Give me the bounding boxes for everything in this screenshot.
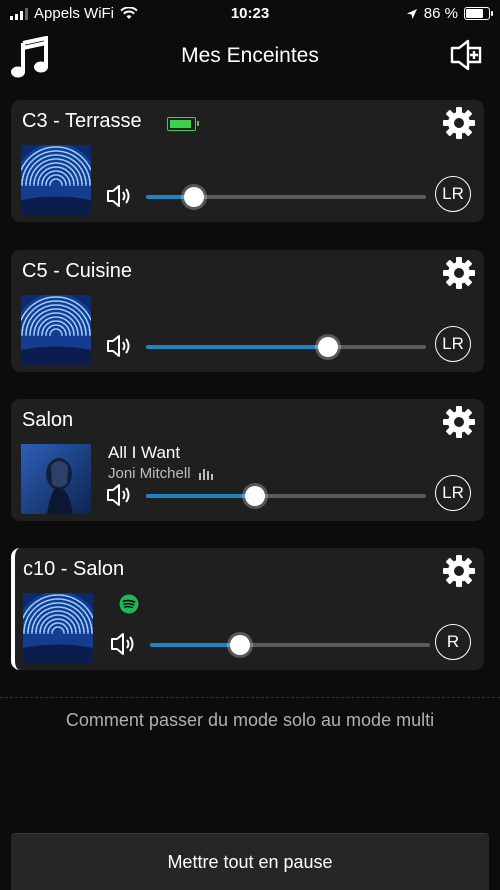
volume-speaker-icon[interactable] <box>106 333 134 359</box>
pause-all-button[interactable]: Mettre tout en pause <box>11 833 489 890</box>
volume-fill <box>146 345 328 349</box>
volume-speaker-icon[interactable] <box>110 631 138 657</box>
location-arrow-icon <box>406 8 417 19</box>
channel-button[interactable]: LR <box>435 475 471 511</box>
volume-slider[interactable] <box>150 635 430 655</box>
volume-slider[interactable] <box>146 337 426 357</box>
album-art <box>21 295 91 365</box>
volume-knob[interactable] <box>183 187 204 207</box>
speaker-card[interactable]: C5 - Cuisine LR <box>11 250 484 372</box>
speaker-name: C5 - Cuisine <box>22 260 133 282</box>
speaker-card[interactable]: C3 - Terrasse LR <box>11 100 484 222</box>
settings-gear-icon[interactable] <box>442 256 476 290</box>
status-right: 86 % <box>406 5 493 22</box>
volume-speaker-icon[interactable] <box>106 183 134 209</box>
artist-row: Joni Mitchell <box>108 465 213 482</box>
song-title: All I Want <box>108 443 181 462</box>
battery-full-green-icon <box>167 117 199 131</box>
artist-name: Joni Mitchell <box>108 465 191 482</box>
speaker-card[interactable]: c10 - Salon R <box>11 548 484 670</box>
channel-button[interactable]: LR <box>435 326 471 362</box>
channel-button[interactable]: R <box>435 624 471 660</box>
battery-percent: 86 % <box>423 5 458 22</box>
spotify-icon <box>119 594 139 614</box>
volume-slider[interactable] <box>146 486 426 506</box>
speaker-name: Salon <box>22 409 74 431</box>
equalizer-icon <box>198 468 213 480</box>
album-art <box>21 145 91 215</box>
battery-icon <box>464 7 493 20</box>
speaker-card[interactable]: Salon All I Want Joni Mitchell LR <box>11 399 484 521</box>
album-art <box>21 444 91 514</box>
volume-knob[interactable] <box>229 635 250 655</box>
speaker-name: C3 - Terrasse <box>22 110 142 132</box>
help-link[interactable]: Comment passer du mode solo au mode mult… <box>0 710 500 731</box>
settings-gear-icon[interactable] <box>442 405 476 439</box>
volume-slider[interactable] <box>146 187 426 207</box>
volume-knob[interactable] <box>318 337 338 357</box>
nav-bar: Mes Enceintes <box>0 28 500 86</box>
album-art <box>23 593 93 663</box>
add-speaker-icon[interactable] <box>450 38 482 72</box>
settings-gear-icon[interactable] <box>442 106 476 140</box>
volume-fill <box>150 643 240 647</box>
divider <box>0 697 500 698</box>
page-title: Mes Enceintes <box>181 44 319 67</box>
settings-gear-icon[interactable] <box>442 554 476 588</box>
channel-button[interactable]: LR <box>435 176 471 212</box>
volume-knob[interactable] <box>245 486 266 506</box>
volume-speaker-icon[interactable] <box>106 482 134 508</box>
speaker-name: c10 - Salon <box>23 558 125 580</box>
status-bar: Appels WiFi 10:23 86 % <box>0 0 500 28</box>
volume-fill <box>146 494 256 498</box>
